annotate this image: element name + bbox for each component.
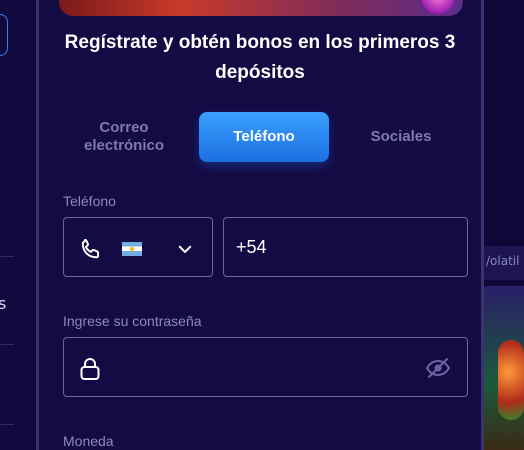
tab-social[interactable]: Sociales [339,112,463,162]
phone-label: Teléfono [63,193,116,209]
promo-banner [59,0,463,16]
background-button-edge[interactable] [0,14,8,56]
lock-icon [80,358,100,380]
eye-off-icon[interactable] [424,356,452,380]
currency-label: Moneda [63,433,114,449]
registration-modal: Regístrate y obtén bonos en los primeros… [36,0,484,450]
background-strip-text: /olatil [486,254,520,268]
background-left-text: s [0,294,7,313]
registration-method-tabs: Correo electrónico Teléfono Sociales [59,112,463,162]
background-left-panel: s [0,0,37,450]
chevron-down-icon [178,245,192,253]
banner-character-art [421,0,455,14]
divider [0,424,14,425]
phone-icon [81,238,100,259]
background-game-art [498,340,524,420]
argentina-flag-icon [122,242,142,256]
divider [0,256,14,257]
phone-number-field [223,217,468,277]
divider [0,344,14,345]
password-input[interactable] [112,338,416,398]
password-label: Ingrese su contraseña [63,313,202,329]
country-code-select[interactable] [63,217,213,277]
modal-title: Regístrate y obtén bonos en los primeros… [64,32,456,83]
tab-email[interactable]: Correo electrónico [59,112,189,162]
tab-phone[interactable]: Teléfono [199,112,329,162]
phone-number-input[interactable] [224,218,467,276]
password-field [63,337,468,398]
background-right-panel: /olatil [484,0,524,450]
